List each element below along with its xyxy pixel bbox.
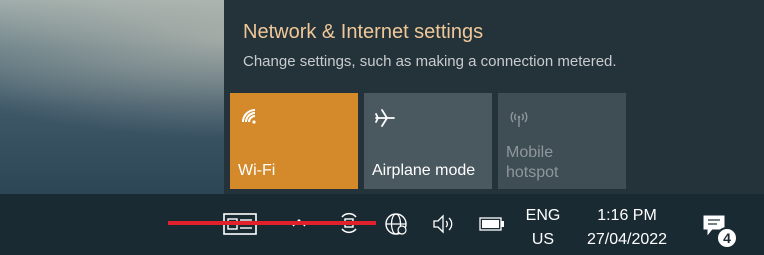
network-flyout: Network & Internet settings Change setti… [224, 0, 764, 194]
clock-button[interactable]: 1:16 PM 27/04/2022 [574, 204, 680, 252]
volume-button[interactable] [428, 208, 460, 240]
taskbar: ENG US 1:16 PM 27/04/2022 [0, 194, 764, 255]
battery-icon [479, 217, 504, 231]
mobile-hotspot-label: Mobile hotspot [506, 144, 559, 181]
hotspot-icon [510, 111, 528, 127]
wifi-tile-label: Wi-Fi [238, 162, 276, 179]
battery-button[interactable] [476, 210, 508, 238]
airplane-mode-label: Airplane mode [372, 162, 476, 179]
input-language-button[interactable]: ENG US [520, 204, 566, 252]
airplane-mode-tile[interactable]: Airplane mode [364, 93, 492, 189]
network-button[interactable] [380, 208, 412, 240]
notification-count-badge: 4 [716, 227, 738, 249]
wifi-tile[interactable]: Wi-Fi [230, 93, 358, 189]
globe-network-icon [385, 213, 407, 235]
clock-time: 1:16 PM [597, 207, 657, 224]
speaker-icon [433, 214, 453, 234]
network-settings-link[interactable]: Network & Internet settings [243, 21, 483, 44]
wifi-icon [242, 109, 256, 124]
clock-date: 27/04/2022 [586, 231, 668, 248]
network-settings-description: Change settings, such as making a connec… [243, 53, 617, 70]
mobile-hotspot-tile[interactable]: Mobile hotspot [498, 93, 626, 189]
red-annotation-arrow [168, 221, 376, 225]
airplane-icon [375, 109, 395, 127]
